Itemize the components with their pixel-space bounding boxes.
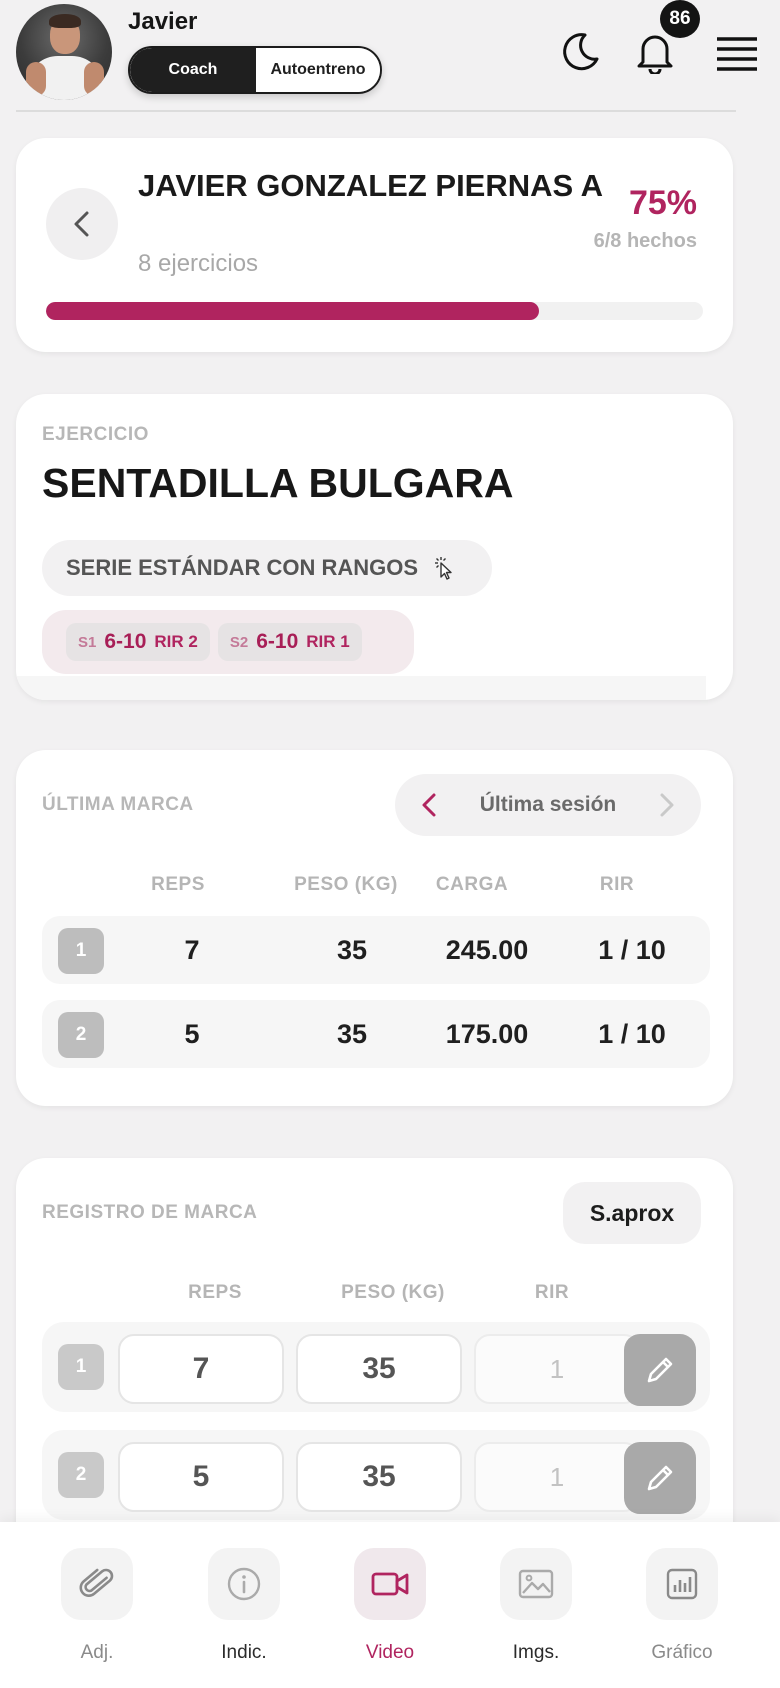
session-label: Última sesión: [479, 793, 617, 816]
moon-icon[interactable]: [556, 26, 606, 76]
bar-chart-icon: [646, 1548, 718, 1620]
paperclip-icon: [61, 1548, 133, 1620]
series-type-label: SERIE ESTÁNDAR CON RANGOS: [66, 555, 419, 580]
cell-reps: 5: [184, 1018, 200, 1049]
peso-input[interactable]: 35: [296, 1334, 462, 1404]
nav-item-indicaciones[interactable]: Indic.: [194, 1548, 294, 1664]
last-mark-section-label: ÚLTIMA MARCA: [42, 794, 194, 815]
nav-label: Imgs.: [512, 1642, 560, 1663]
peso-input[interactable]: 35: [296, 1442, 462, 1512]
user-name: Javier: [128, 8, 198, 35]
cell-peso: 35: [336, 1018, 368, 1049]
set-rir: RIR 1: [306, 632, 350, 651]
set-rep-range: 6-10: [104, 630, 147, 653]
col-header-rir: RIR: [599, 874, 635, 895]
chevron-left-icon[interactable]: [419, 792, 441, 818]
nav-label: Video: [365, 1642, 415, 1663]
pencil-icon: [647, 1357, 673, 1383]
pencil-icon: [647, 1465, 673, 1491]
video-camera-icon: [354, 1548, 426, 1620]
workout-title: JAVIER GONZALEZ PIERNAS A: [138, 168, 604, 203]
mode-autoentreno-option[interactable]: Autoentreno: [256, 48, 380, 92]
register-mark-card: REGISTRO DE MARCA S.aprox REPS PESO (KG)…: [16, 1158, 733, 1578]
session-navigator: Última sesión: [395, 774, 701, 836]
exercise-section-label: EJERCICIO: [42, 424, 149, 445]
row-number: 1: [58, 1344, 104, 1390]
col-header-peso: PESO (KG): [341, 1282, 445, 1303]
set-rir: RIR 2: [154, 632, 198, 651]
exercise-name: SENTADILLA BULGARA: [42, 460, 514, 506]
app-screen: Javier Coach Autoentreno 86 JAVIER GONZA…: [0, 0, 780, 1688]
mode-toggle[interactable]: Coach Autoentreno: [128, 46, 382, 94]
image-icon: [500, 1548, 572, 1620]
workout-card: JAVIER GONZALEZ PIERNAS A 8 ejercicios 7…: [16, 138, 733, 352]
rir-input[interactable]: 1: [474, 1442, 640, 1512]
cell-rir: 1 / 10: [598, 1018, 666, 1049]
col-header-reps: REPS: [151, 874, 205, 895]
table-row: 1 7 35 245.00 1 / 10: [42, 916, 710, 984]
exercise-card: EJERCICIO SENTADILLA BULGARA SERIE ESTÁN…: [16, 394, 733, 700]
header-divider: [16, 110, 736, 112]
workout-exercise-count: 8 ejercicios: [138, 250, 259, 277]
edit-button[interactable]: [624, 1334, 696, 1406]
progress-bar: [46, 302, 703, 320]
nav-item-grafico[interactable]: Gráfico: [632, 1548, 732, 1664]
table-row: 2 5 35 175.00 1 / 10: [42, 1000, 710, 1068]
cell-rir: 1 / 10: [598, 934, 666, 965]
cell-reps: 7: [184, 934, 200, 965]
nav-label: Indic.: [221, 1642, 267, 1663]
set-rep-range: 6-10: [256, 630, 299, 653]
edit-button[interactable]: [624, 1442, 696, 1514]
chevron-right-icon[interactable]: [655, 792, 677, 818]
reps-input[interactable]: 5: [118, 1442, 284, 1512]
series-type-button[interactable]: SERIE ESTÁNDAR CON RANGOS: [42, 540, 492, 596]
cell-carga: 175.00: [445, 1018, 529, 1049]
register-row: 2 5 35 1: [42, 1430, 710, 1520]
back-button[interactable]: [46, 188, 118, 260]
set-tag: S2: [229, 633, 249, 651]
saprox-button[interactable]: S.aprox: [563, 1182, 701, 1244]
progress-bar-fill: [46, 302, 539, 320]
bottom-navigation: Adj. Indic. Video Imgs. Gráfico: [0, 1522, 780, 1688]
nav-label: Gráfico: [651, 1642, 713, 1663]
col-header-reps: REPS: [188, 1282, 242, 1303]
register-row: 1 7 35 1: [42, 1322, 710, 1412]
nav-item-video[interactable]: Video: [340, 1548, 440, 1664]
avatar[interactable]: [16, 4, 112, 100]
set-chip: S1 6-10 RIR 2: [66, 623, 210, 661]
register-section-label: REGISTRO DE MARCA: [42, 1202, 258, 1223]
cell-carga: 245.00: [445, 934, 529, 965]
col-header-peso: PESO (KG): [294, 874, 398, 895]
row-number: 2: [58, 1012, 104, 1058]
notification-badge: 86: [660, 0, 700, 38]
cell-peso: 35: [336, 934, 368, 965]
card-scroll-hint: [16, 676, 706, 700]
row-number: 1: [58, 928, 104, 974]
col-header-rir: RIR: [534, 1282, 570, 1303]
progress-percent: 75%: [628, 184, 697, 222]
progress-done-count: 6/8 hechos: [593, 230, 697, 252]
cursor-click-icon: [435, 557, 452, 580]
nav-item-imagenes[interactable]: Imgs.: [486, 1548, 586, 1664]
chevron-left-icon: [74, 211, 89, 237]
set-tag: S1: [78, 633, 97, 651]
last-mark-card: ÚLTIMA MARCA Última sesión REPS PESO (KG…: [16, 750, 733, 1106]
nav-item-adjuntos[interactable]: Adj.: [47, 1548, 147, 1664]
nav-label: Adj.: [80, 1642, 114, 1663]
info-icon: [208, 1548, 280, 1620]
mode-coach-option[interactable]: Coach: [130, 48, 256, 92]
row-number: 2: [58, 1452, 104, 1498]
set-targets: S1 6-10 RIR 2 S2 6-10 RIR 1: [42, 610, 414, 674]
rir-input[interactable]: 1: [474, 1334, 640, 1404]
top-bar: Javier Coach Autoentreno 86: [0, 0, 780, 112]
reps-input[interactable]: 7: [118, 1334, 284, 1404]
set-chip: S2 6-10 RIR 1: [217, 623, 362, 661]
col-header-carga: CARGA: [435, 874, 509, 895]
hamburger-menu-icon[interactable]: [712, 28, 762, 78]
